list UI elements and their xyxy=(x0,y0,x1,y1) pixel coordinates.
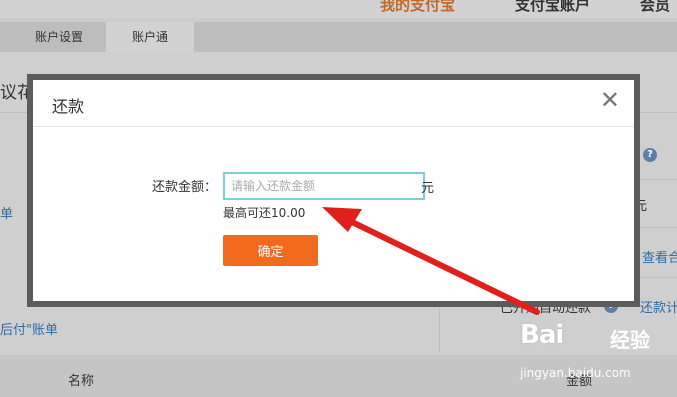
help-icon[interactable]: ? xyxy=(643,148,657,162)
modal-title: 还款 xyxy=(52,97,85,116)
repay-amount-input[interactable] xyxy=(223,172,425,200)
baidu-logo: Bai xyxy=(520,320,564,350)
baidu-jingyan-watermark: Bai 经验 jingyan.baidu.com xyxy=(520,320,670,390)
divider xyxy=(439,302,440,352)
pay-later-bill-link[interactable]: 后付"账单 xyxy=(0,319,58,338)
sub-nav: 账户设置 账户通 xyxy=(0,22,677,52)
repay-modal: 还款 ✕ 还款金额： 元 最高可还10.00 确定 xyxy=(33,80,634,301)
bill-link[interactable]: 单 xyxy=(0,203,13,222)
close-icon[interactable]: ✕ xyxy=(600,86,620,114)
table-header-name: 名称 xyxy=(68,374,95,389)
jingyan-brand: 经验 xyxy=(610,328,650,352)
currency-unit: 元 xyxy=(421,181,435,196)
max-repay-hint: 最高可还10.00 xyxy=(223,206,306,220)
divider xyxy=(640,179,677,180)
divider xyxy=(640,227,677,228)
top-nav: 我的支付宝 支付宝账户 会员 xyxy=(0,0,677,18)
nav-item-my-alipay[interactable]: 我的支付宝 xyxy=(380,0,455,15)
nav-item-member[interactable]: 会员 xyxy=(640,0,670,15)
view-contract-link[interactable]: 查看合 xyxy=(642,247,677,266)
nav-item-alipay-account[interactable]: 支付宝账户 xyxy=(515,0,590,15)
amount-label: 还款金额： xyxy=(152,180,218,195)
confirm-button[interactable]: 确定 xyxy=(223,235,318,266)
repay-plan-link[interactable]: 还款计 xyxy=(640,297,677,316)
modal-header: 还款 ✕ xyxy=(33,80,634,127)
divider xyxy=(640,277,677,278)
watermark-url: jingyan.baidu.com xyxy=(520,366,631,380)
tab-account-pass[interactable]: 账户通 xyxy=(106,22,194,52)
tab-account-settings[interactable]: 账户设置 xyxy=(0,22,118,52)
